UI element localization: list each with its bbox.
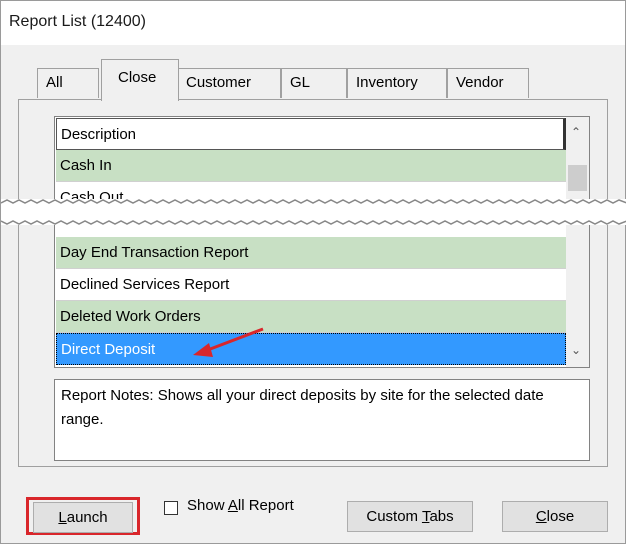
window-title: Report List (12400)	[9, 13, 146, 30]
chevron-down-icon[interactable]: ⌄	[571, 343, 581, 357]
launch-label-post: aunch	[66, 509, 108, 526]
red-arrow-icon	[193, 327, 264, 357]
list-item-label: Direct Deposit	[61, 341, 156, 358]
launch-button[interactable]: Launch	[33, 502, 133, 533]
tab-gl-label: GL	[290, 74, 311, 91]
scroll-thumb[interactable]	[568, 165, 587, 191]
torn-edge-divider	[1, 199, 626, 225]
list-item[interactable]: Cash In	[56, 150, 566, 182]
list-item-label: Cash In	[60, 157, 112, 174]
list-item-label: Day End Transaction Report	[60, 244, 249, 261]
tab-inventory-label: Inventory	[356, 74, 418, 91]
close-label-post: lose	[546, 508, 575, 525]
tab-customer-label: Customer	[186, 74, 252, 91]
list-item[interactable]: Declined Services Report	[56, 269, 566, 301]
report-list[interactable]: Description Cash In Cash Out Day End Tra…	[54, 116, 590, 368]
checkbox-label-post: ll Report	[237, 497, 294, 514]
tab-inventory[interactable]: Inventory	[347, 68, 447, 98]
show-all-report-checkbox[interactable]	[164, 501, 178, 515]
custom-tabs-label-post: abs	[429, 508, 454, 525]
title-bar: Report List (12400)	[1, 1, 625, 45]
tab-customer[interactable]: Customer	[177, 68, 281, 98]
tab-vendor-label: Vendor	[456, 74, 504, 91]
tab-all[interactable]: All	[37, 68, 99, 98]
report-list-window: Report List (12400) All Close Customer G…	[0, 0, 626, 544]
list-item-label: Declined Services Report	[60, 276, 230, 293]
checkbox-label-pre: Show	[187, 497, 228, 514]
custom-tabs-label-pre: Custom	[366, 508, 422, 525]
tab-all-label: All	[46, 74, 63, 91]
close-button[interactable]: Close	[502, 501, 608, 532]
tab-gl[interactable]: GL	[281, 68, 347, 98]
list-item[interactable]: Deleted Work Orders	[56, 301, 566, 333]
chevron-up-icon[interactable]: ⌃	[571, 125, 581, 139]
custom-tabs-button[interactable]: Custom Tabs	[347, 501, 473, 532]
tab-close[interactable]: Close	[101, 59, 179, 101]
column-header-label: Description	[61, 126, 137, 143]
launch-accel: L	[58, 509, 67, 526]
show-all-report-label[interactable]: Show All Report	[187, 497, 294, 514]
column-header-description[interactable]: Description	[56, 118, 566, 150]
report-notes-text: Report Notes: Shows all your direct depo…	[61, 387, 544, 428]
close-accel: C	[535, 508, 547, 525]
list-item-label: Deleted Work Orders	[60, 308, 201, 325]
tab-close-label: Close	[118, 69, 157, 86]
tab-vendor[interactable]: Vendor	[447, 68, 529, 98]
checkbox-accel: A	[227, 497, 238, 514]
vertical-scrollbar[interactable]: ⌃ ⌄	[566, 117, 589, 367]
list-item-selected[interactable]: Direct Deposit	[56, 333, 566, 365]
list-item[interactable]: Day End Transaction Report	[56, 237, 566, 269]
report-notes: Report Notes: Shows all your direct depo…	[54, 379, 590, 461]
